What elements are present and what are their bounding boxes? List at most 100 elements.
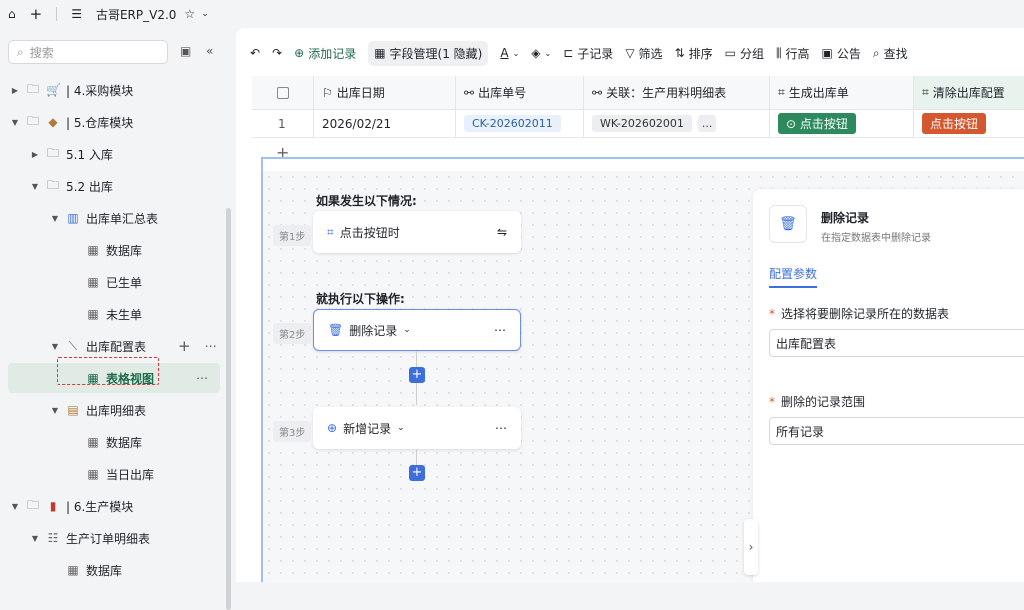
table-select[interactable]: 出库配置表 [769, 329, 1024, 357]
tree-item[interactable]: ▦ 数据库 [0, 555, 222, 585]
order-chip: CK-202602011 [464, 115, 561, 132]
caret-right-icon[interactable]: ▶ [10, 86, 20, 95]
caret-down-icon[interactable]: ▼ [50, 406, 60, 415]
notice-button[interactable]: ▣ 公告 [822, 45, 861, 62]
tree-item-label: 未生单 [106, 307, 143, 322]
tree-item[interactable]: ▶ 🗀 5.1 入库 [0, 139, 222, 169]
home-icon[interactable]: ⌂ [8, 7, 16, 21]
link-icon: ⚯ [592, 85, 603, 100]
link-cell[interactable]: WK-202602001... [584, 110, 770, 137]
tree-item[interactable]: ▼ ▥ 出库单汇总表 [0, 203, 222, 233]
text-color-button[interactable]: A ⌄ [500, 46, 519, 60]
sort-label: 排序 [688, 46, 713, 61]
chevron-down-icon[interactable]: ⌄ [201, 9, 209, 19]
config-panel: 🗑 删除记录 在指定数据表中删除记录 配置参数 * 选择将要删除记录所在的数据表 … [753, 189, 1024, 582]
tree-item[interactable]: ▼ ☷ 生产订单明细表 [0, 523, 222, 553]
link-chip: WK-202602001 [592, 115, 692, 132]
sort-button[interactable]: ⇅ 排序 [675, 45, 713, 62]
add-record-button[interactable]: ⊕ 添加记录 [294, 45, 356, 62]
tree-item[interactable]: ▼ 🗀 ▮ | 6.生产模块 [0, 491, 222, 521]
generate-button[interactable]: ⊙ 点击按钮 [778, 113, 856, 134]
chevron-down-icon[interactable]: ⌄ [403, 325, 411, 335]
more-icon[interactable]: ⋯ [494, 323, 506, 337]
fill-color-button[interactable]: ◈ ⌄ [531, 46, 551, 60]
tree-item[interactable]: ▦ 已生单 [0, 267, 222, 297]
tree-item[interactable]: ▼ 🗀 ◆ | 5.仓库模块 [0, 107, 222, 137]
field-manage-button[interactable]: ▦ 字段管理(1 隐藏) [368, 40, 489, 66]
caret-down-icon[interactable]: ▼ [30, 182, 40, 191]
date-cell[interactable]: 2026/02/21 [314, 110, 456, 137]
column-header[interactable]: ⌗ 生成出库单 [770, 76, 914, 109]
row-height-button[interactable]: ⫼ 行高 [776, 45, 810, 62]
caret-down-icon[interactable]: ▼ [10, 118, 20, 127]
filter-button[interactable]: ▽ 筛选 [625, 45, 662, 62]
tree-item[interactable]: ▼ ▤ 出库明细表 [0, 395, 222, 425]
tree-item[interactable]: ▦ 数据库 [0, 235, 222, 265]
panel-subtitle: 在指定数据表中删除记录 [821, 233, 931, 244]
redo-icon[interactable]: ↷ [272, 46, 282, 60]
undo-icon[interactable]: ↶ [250, 46, 260, 60]
clear-button[interactable]: 点击按钮 [922, 113, 987, 134]
swap-icon[interactable]: ⇋ [497, 225, 507, 239]
column-header-label: 关联：生产用料明细表 [606, 86, 727, 100]
tab-config-params[interactable]: 配置参数 [769, 265, 818, 288]
sidebar-scrollbar[interactable] [226, 208, 231, 610]
column-header[interactable]: ⚯ 关联：生产用料明细表 [584, 76, 770, 109]
table-row[interactable]: 1 2026/02/21 CK-202602011 WK-202602001..… [252, 110, 1024, 138]
tree-item-label: | 4.采购模块 [66, 83, 134, 98]
tree-item-label: 出库配置表 [86, 339, 147, 354]
box-icon: ◆ [48, 115, 58, 129]
top-bar: ⌂ + ☰ 古哥ERP_V2.0 ☆ ⌄ [0, 0, 1024, 28]
caret-down-icon[interactable]: ▼ [50, 214, 60, 223]
panel-collapse-button[interactable]: › [744, 519, 758, 575]
trash-icon: 🗑 [769, 205, 807, 243]
layout-icon[interactable]: ▣ [180, 44, 191, 58]
delete-action-card[interactable]: 🗑 删除记录 ⌄ ⋯ [313, 309, 521, 351]
no-cell[interactable]: CK-202602011 [456, 110, 584, 137]
add-child-icon[interactable]: + [178, 337, 191, 355]
subrecord-button[interactable]: ⊏ 子记录 [563, 45, 613, 62]
caret-down-icon[interactable]: ▼ [30, 534, 40, 543]
more-icon[interactable]: ⋯ [205, 339, 217, 353]
field-label-text: 删除的记录范围 [781, 395, 866, 409]
tree-item[interactable]: ▦ 当日出库 [0, 459, 222, 489]
column-header[interactable]: ⚐ 出库日期 [314, 76, 456, 109]
tree-item-label: | 6.生产模块 [66, 499, 134, 514]
trash-icon: 🗑 [328, 323, 344, 337]
tree-item[interactable]: ▦ 未生单 [0, 299, 222, 329]
search-input[interactable]: ⌕ 搜索 [8, 40, 168, 64]
caret-right-icon[interactable]: ▶ [30, 150, 40, 159]
more-icon[interactable]: ⋯ [495, 421, 507, 435]
cart-icon: 🛒 [46, 83, 61, 97]
chevron-down-icon[interactable]: ⌄ [397, 423, 405, 433]
grid-icon: ▦ [87, 243, 99, 257]
chevron-right-icon: › [748, 540, 754, 554]
insert-step-button[interactable]: + [409, 465, 425, 481]
more-icon[interactable]: ⋯ [196, 371, 208, 385]
collapse-sidebar-icon[interactable]: « [206, 44, 213, 58]
tree-item-label: 数据库 [86, 563, 123, 578]
caret-down-icon[interactable]: ▼ [10, 502, 20, 511]
column-header[interactable]: ⌗ 清除出库配置 [914, 76, 1024, 109]
editor-top-strip [263, 159, 1024, 171]
group-icon: ▭ [724, 46, 736, 60]
tree-item-label: 5.1 入库 [66, 147, 113, 162]
add-icon[interactable]: + [30, 5, 43, 23]
group-button[interactable]: ▭ 分组 [725, 45, 764, 62]
caret-down-icon[interactable]: ▼ [50, 342, 60, 351]
select-all-checkbox[interactable] [252, 76, 314, 109]
tree-item[interactable]: ▶ 🗀 🛒 | 4.采购模块 [0, 75, 222, 105]
tree-item[interactable]: ▼ 🗀 5.2 出库 [0, 171, 222, 201]
menu-icon[interactable]: ☰ [71, 7, 82, 21]
column-header[interactable]: ⚯ 出库单号 [456, 76, 584, 109]
trigger-card[interactable]: ⌗ 点击按钮时 ⇋ [313, 211, 521, 253]
range-select[interactable]: 所有记录 [769, 417, 1024, 445]
folder-icon: 🗀 [46, 177, 59, 192]
highlight-box [57, 357, 159, 385]
table-header: ⚐ 出库日期 ⚯ 出库单号 ⚯ 关联：生产用料明细表 ⌗ 生成出库单 ⌗ 清除出库配置 [252, 76, 1024, 110]
insert-step-button[interactable]: + [409, 367, 425, 383]
star-icon[interactable]: ☆ [184, 7, 195, 21]
add-action-card[interactable]: ⊕ 新增记录 ⌄ ⋯ [313, 407, 521, 449]
tree-item[interactable]: ▦ 数据库 [0, 427, 222, 457]
find-button[interactable]: ⌕ 查找 [873, 45, 908, 62]
